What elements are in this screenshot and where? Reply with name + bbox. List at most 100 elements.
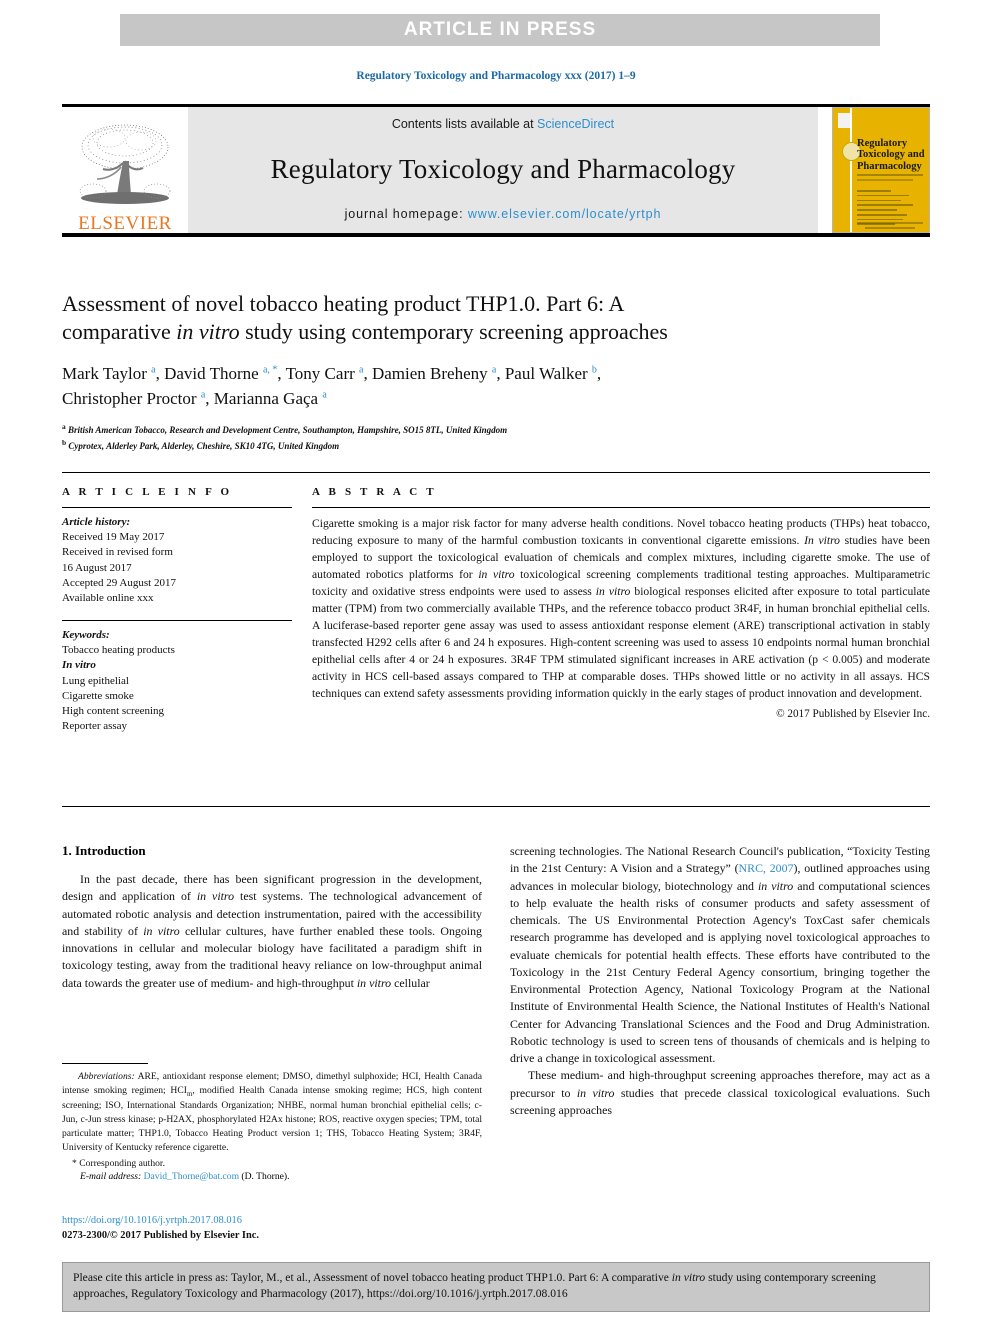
- homepage-label: journal homepage:: [344, 207, 468, 221]
- author-name: David Thorne: [164, 364, 259, 384]
- author-name: Mark Taylor: [62, 364, 147, 384]
- keyword-item: In vitro: [62, 659, 96, 672]
- author-entry[interactable]: Paul Walker b: [505, 364, 597, 383]
- emphasis-run: in vitro: [595, 585, 631, 599]
- author-entry[interactable]: Marianna Gaça a: [214, 389, 327, 408]
- page-title: Assessment of novel tobacco heating prod…: [62, 290, 930, 346]
- running-head: Regulatory Toxicology and Pharmacology x…: [356, 70, 636, 82]
- author-affil-mark: b: [591, 364, 597, 376]
- article-in-press-label: ARTICLE IN PRESS: [403, 19, 597, 40]
- affiliation-mark: a: [62, 421, 66, 431]
- body-right-column: screening technologies. The National Res…: [510, 843, 930, 1119]
- emphasis-run: in vitro: [576, 1085, 615, 1100]
- author-name: Christopher Proctor: [62, 388, 197, 408]
- history-line: Accepted 29 August 2017: [62, 576, 176, 589]
- contents-available-line: Contents lists available at ScienceDirec…: [392, 117, 614, 131]
- masthead-bottom-rule: [62, 233, 930, 237]
- cover-title: Regulatory Toxicology and Pharmacology: [857, 138, 925, 172]
- text-run: Please cite this article in press as: Ta…: [73, 1271, 672, 1284]
- info-abstract-section: A R T I C L E I N F O Article history: R…: [62, 486, 930, 734]
- author-affil-mark: a: [491, 364, 497, 376]
- emphasis-run: in vitro: [143, 923, 180, 938]
- author-entry[interactable]: Damien Breheny a: [372, 364, 496, 383]
- journal-masthead: ELSEVIER Contents lists available at Sci…: [62, 104, 930, 237]
- title-line-2-pre: comparative: [62, 319, 177, 345]
- elsevier-logo: ELSEVIER: [62, 107, 188, 233]
- email-link[interactable]: David_Thorne@bat.com: [144, 1171, 239, 1182]
- cover-subrule-2: [857, 179, 913, 181]
- keyword-item: Cigarette smoke: [62, 689, 134, 702]
- history-line: 16 August 2017: [62, 561, 132, 574]
- cover-subrule-1: [857, 174, 923, 176]
- emphasis-run: In vitro: [804, 534, 840, 548]
- doi-link[interactable]: https://doi.org/10.1016/j.yrtph.2017.08.…: [62, 1214, 482, 1229]
- history-line: Received 19 May 2017: [62, 531, 165, 544]
- footnote-separator-rule: [62, 1063, 148, 1064]
- title-line-2-post: study using contemporary screening appro…: [239, 319, 668, 345]
- contents-prefix: Contents lists available at: [391, 117, 538, 131]
- email-suffix: (D. Thorne).: [239, 1171, 290, 1183]
- author-entry[interactable]: Tony Carr a: [286, 364, 364, 383]
- author-affil-mark: a: [200, 389, 206, 401]
- keyword-item: Tobacco heating products: [62, 644, 175, 657]
- author-name: Marianna Gaça: [213, 388, 319, 408]
- emphasis-run: in vitro: [757, 878, 794, 893]
- author-name: Damien Breheny: [371, 364, 488, 384]
- keywords-rule: [62, 620, 292, 622]
- author-affil-mark: a: [359, 364, 364, 376]
- affiliation-list: a British American Tobacco, Research and…: [62, 421, 930, 454]
- cover-elsevier-mark-icon: [838, 113, 850, 128]
- footnotes-block: Abbreviations: ARE, antioxidant response…: [62, 1063, 482, 1182]
- emphasis-run: in vitro: [478, 568, 515, 582]
- keywords-group: Keywords: Tobacco heating products In vi…: [62, 628, 292, 734]
- text-run: and computational sciences to help evalu…: [510, 878, 930, 1066]
- article-info-column: A R T I C L E I N F O Article history: R…: [62, 486, 312, 734]
- affiliation-text: British American Tobacco, Research and D…: [68, 424, 508, 435]
- author-list: Mark Taylor a, David Thorne a, *, Tony C…: [62, 364, 602, 408]
- article-title-block: Assessment of novel tobacco heating prod…: [62, 290, 930, 454]
- author-name: Tony Carr: [285, 364, 355, 384]
- abstract-copyright: © 2017 Published by Elsevier Inc.: [776, 708, 930, 721]
- author-affil-mark: a: [151, 364, 156, 376]
- article-info-rule: [62, 507, 292, 508]
- abstract-rule: [312, 507, 930, 508]
- issn-copyright-line: 0273-2300/© 2017 Published by Elsevier I…: [62, 1229, 259, 1241]
- sciencedirect-link[interactable]: ScienceDirect: [537, 117, 614, 131]
- elsevier-tree-icon: [79, 124, 171, 204]
- affiliation-item: a British American Tobacco, Research and…: [62, 421, 930, 438]
- citation-reference-link[interactable]: NRC, 2007: [739, 861, 794, 875]
- article-in-press-banner: ARTICLE IN PRESS: [120, 14, 880, 46]
- title-line-2-emphasis: in vitro: [176, 319, 240, 345]
- journal-info-box: Contents lists available at ScienceDirec…: [188, 107, 818, 233]
- abstract-body: Cigarette smoking is a major risk factor…: [312, 515, 930, 702]
- info-section-top-rule: [62, 472, 930, 473]
- affiliation-item: b Cyprotex, Alderley Park, Alderley, Che…: [62, 437, 930, 454]
- cover-bottom-rule-2: [865, 227, 915, 229]
- author-affil-mark: a: [322, 389, 327, 401]
- author-entry[interactable]: David Thorne a, *: [164, 364, 277, 383]
- article-history-label: Article history:: [62, 516, 131, 528]
- email-label: E-mail address:: [80, 1171, 142, 1183]
- title-line-1: Assessment of novel tobacco heating prod…: [62, 291, 625, 316]
- introduction-paragraph-right-2: These medium- and high-throughput screen…: [510, 1067, 930, 1119]
- citation-notice-text: Please cite this article in press as: Ta…: [73, 1270, 919, 1303]
- homepage-url-link[interactable]: www.elsevier.com/locate/yrtph: [468, 207, 662, 221]
- journal-cover-thumbnail: Regulatory Toxicology and Pharmacology: [832, 107, 930, 233]
- emphasis-run: in vitro: [196, 889, 235, 904]
- abstract-column: A B S T R A C T Cigarette smoking is a m…: [312, 486, 930, 734]
- author-affil-mark: a, *: [262, 364, 278, 376]
- history-line: Received in revised form: [62, 546, 173, 559]
- keyword-item: Reporter assay: [62, 720, 128, 733]
- journal-homepage-line: journal homepage: www.elsevier.com/locat…: [345, 207, 662, 221]
- cover-stripe: [850, 108, 852, 232]
- affiliation-text: Cyprotex, Alderley Park, Alderley, Chesh…: [68, 441, 340, 452]
- text-run: cellular: [391, 975, 430, 990]
- author-entry[interactable]: Mark Taylor a: [62, 364, 156, 383]
- history-line: Available online xxx: [62, 591, 154, 604]
- emphasis-run: in vitro: [671, 1271, 706, 1284]
- article-history-group: Article history: Received 19 May 2017 Re…: [62, 515, 292, 606]
- cover-bottom-rule-1: [857, 222, 923, 224]
- doi-copyright-block: https://doi.org/10.1016/j.yrtph.2017.08.…: [62, 1214, 482, 1244]
- author-entry[interactable]: Christopher Proctor a: [62, 389, 205, 408]
- journal-title: Regulatory Toxicology and Pharmacology: [270, 153, 736, 184]
